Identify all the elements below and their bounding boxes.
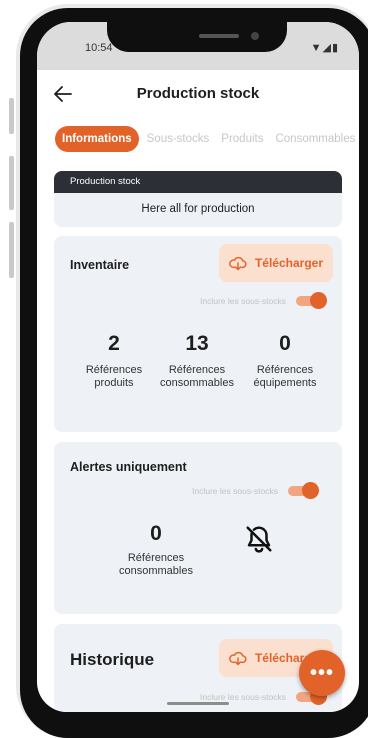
- speaker-grille: [199, 34, 239, 38]
- stock-info-description: Here all for production: [141, 203, 255, 215]
- stock-info-header: Production stock: [54, 171, 342, 193]
- stat-produits-value: 2: [108, 332, 120, 355]
- inventaire-substocks-toggle[interactable]: [296, 292, 327, 309]
- stat-produits-label: Références produits: [69, 364, 159, 390]
- stat-label-line: équipements: [253, 377, 317, 389]
- stat-label-line: Références: [127, 552, 185, 564]
- alertes-substocks-toggle[interactable]: [288, 482, 319, 499]
- phone-side-button: [9, 98, 14, 134]
- tab-bar: Informations Sous-stocks Produits Consom…: [55, 125, 359, 153]
- toggle-knob: [310, 292, 327, 309]
- toggle-knob: [302, 482, 319, 499]
- stat-alertes-label: Références consommables: [111, 552, 201, 578]
- inventaire-title: Inventaire: [70, 258, 130, 272]
- inventaire-download-button[interactable]: Télécharger: [219, 244, 333, 282]
- stat-equipements: 0 Références équipements: [240, 332, 330, 390]
- stat-label-line: produits: [94, 377, 134, 389]
- alertes-include-substocks: Inclure les sous-stocks: [192, 482, 319, 499]
- more-actions-button[interactable]: •••: [299, 650, 345, 696]
- stat-alertes-value: 0: [150, 522, 162, 545]
- alertes-card: Alertes uniquement Inclure les sous-stoc…: [54, 442, 342, 614]
- status-time: 10:54: [85, 42, 113, 54]
- stat-label-line: consommables: [119, 565, 193, 577]
- phone-side-button: [9, 156, 14, 210]
- tab-consommables[interactable]: Consommables: [275, 133, 355, 145]
- inventaire-download-label: Télécharger: [254, 256, 324, 270]
- tab-produits[interactable]: Produits: [221, 133, 263, 145]
- phone-side-button: [9, 222, 14, 278]
- stat-label-line: Références: [256, 364, 314, 376]
- historique-title: Historique: [70, 650, 155, 669]
- stat-consommables-label: Références consommables: [152, 364, 242, 390]
- camera-dot: [251, 32, 259, 40]
- historique-toggle-label: Inclure les sous-stocks: [200, 692, 286, 702]
- app-bar: Production stock: [37, 70, 359, 118]
- stat-consommables: 13 Références consommables: [152, 332, 242, 390]
- camera-notch: [107, 22, 287, 52]
- stat-consommables-value: 13: [185, 332, 209, 355]
- stat-produits: 2 Références produits: [69, 332, 159, 390]
- inventaire-include-substocks: Inclure les sous-stocks: [200, 292, 327, 309]
- alertes-toggle-label: Inclure les sous-stocks: [192, 486, 278, 496]
- cloud-download-icon: [229, 256, 247, 271]
- inventaire-toggle-label: Inclure les sous-stocks: [200, 296, 286, 306]
- alertes-title: Alertes uniquement: [70, 460, 187, 474]
- stock-info-card: Production stock Here all for production: [54, 171, 342, 227]
- stat-equipements-value: 0: [279, 332, 291, 355]
- stat-label-line: Références: [168, 364, 226, 376]
- historique-include-substocks: Inclure les sous-stocks: [200, 688, 327, 705]
- cloud-download-icon: [229, 651, 247, 666]
- stat-label-line: consommables: [160, 377, 234, 389]
- bell-off-icon: [246, 526, 272, 553]
- stat-label-line: Références: [85, 364, 143, 376]
- stat-alertes-consommables: 0 Références consommables: [111, 522, 201, 578]
- tab-sous-stocks[interactable]: Sous-stocks: [147, 133, 210, 145]
- status-icons: ▼◢▮: [310, 42, 339, 54]
- status-bar: 10:54 ▪ ▪ ▼◢▮: [37, 22, 359, 70]
- home-indicator: [167, 702, 229, 705]
- app-screen: 10:54 ▪ ▪ ▼◢▮ Production stock Informati…: [37, 22, 359, 712]
- page-title: Production stock: [136, 85, 260, 102]
- inventaire-card: Inventaire Télécharger Inclure les sous-…: [54, 236, 342, 432]
- tab-informations[interactable]: Informations: [55, 126, 139, 152]
- stat-equipements-label: Références équipements: [240, 364, 330, 390]
